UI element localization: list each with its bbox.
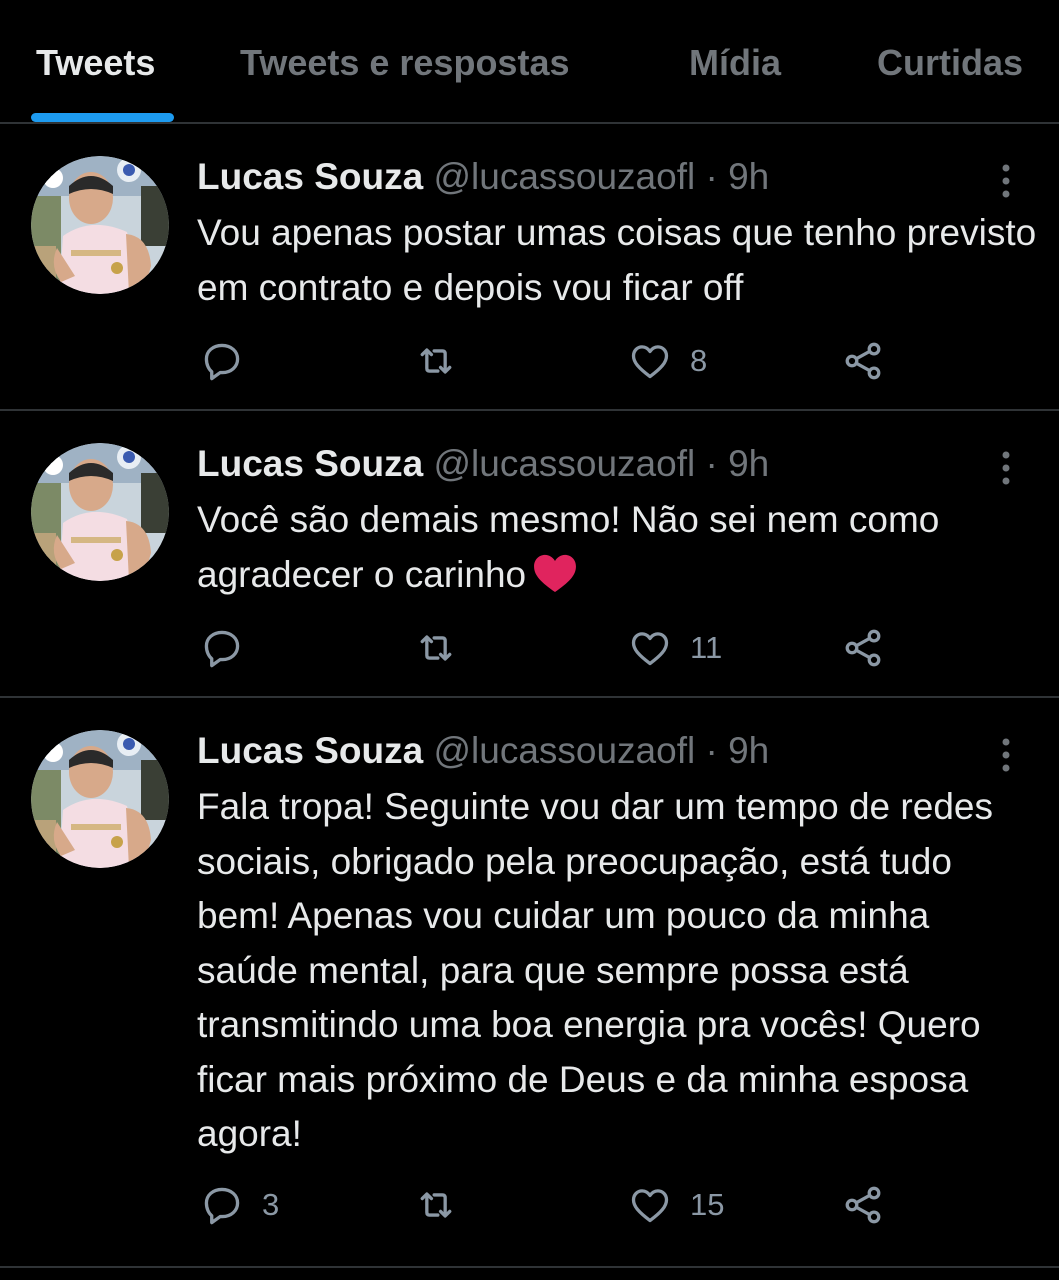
tweet-time[interactable]: 9h — [728, 730, 769, 771]
more-options-icon[interactable] — [996, 736, 1016, 776]
retweet-icon — [420, 635, 452, 661]
red-heart-emoji-icon — [532, 553, 578, 593]
separator-dot: · — [705, 156, 718, 197]
share-button[interactable] — [841, 336, 885, 386]
share-button[interactable] — [841, 1180, 885, 1230]
author-handle[interactable]: @lucassouzaofl — [433, 730, 695, 771]
retweet-button[interactable] — [413, 623, 459, 673]
heart-outline-icon — [631, 1189, 669, 1223]
like-button[interactable]: 15 — [628, 1180, 724, 1230]
retweet-button[interactable] — [413, 336, 459, 386]
like-count: 8 — [690, 343, 708, 378]
share-icon — [845, 629, 881, 667]
more-options-icon[interactable] — [996, 449, 1016, 489]
reply-icon — [204, 1187, 240, 1225]
tweet-header: Lucas Souza @lucassouzaofl · 9h — [197, 154, 769, 200]
like-count: 15 — [690, 1187, 725, 1222]
tweet-header: Lucas Souza @lucassouzaofl · 9h — [197, 728, 769, 774]
tweet-actions: 11 — [0, 623, 1059, 673]
reply-count: 3 — [262, 1187, 280, 1222]
author-name[interactable]: Lucas Souza — [197, 730, 423, 771]
author-name[interactable]: Lucas Souza — [197, 156, 423, 197]
tweet-actions: 3 15 — [0, 1180, 1059, 1230]
share-button[interactable] — [841, 623, 885, 673]
active-tab-indicator — [31, 113, 174, 122]
more-options-icon[interactable] — [996, 162, 1016, 202]
heart-outline-icon — [631, 632, 669, 666]
reply-icon — [204, 343, 240, 381]
reply-icon — [204, 630, 240, 668]
tweet-time[interactable]: 9h — [728, 443, 769, 484]
avatar[interactable] — [31, 443, 169, 581]
reply-button[interactable]: 3 — [200, 1180, 279, 1230]
separator-dot: · — [705, 730, 718, 771]
reply-button[interactable] — [200, 336, 262, 386]
avatar[interactable] — [31, 156, 169, 294]
tweet-actions: 8 — [0, 336, 1059, 386]
author-handle[interactable]: @lucassouzaofl — [433, 443, 695, 484]
reply-button[interactable] — [200, 623, 262, 673]
share-icon — [845, 1186, 881, 1224]
author-name[interactable]: Lucas Souza — [197, 443, 423, 484]
like-count: 11 — [690, 630, 723, 665]
tweet-text: Fala tropa! Seguinte vou dar um tempo de… — [197, 786, 993, 1154]
tab-tweets[interactable]: Tweets — [36, 40, 155, 86]
heart-outline-icon — [631, 345, 669, 379]
tweet-3[interactable]: Lucas Souza @lucassouzaofl · 9h Fala tro… — [0, 698, 1059, 1268]
profile-tabs: Tweets Tweets e respostas Mídia Curtidas — [0, 0, 1059, 124]
retweet-icon — [420, 348, 452, 374]
tweet-1[interactable]: Lucas Souza @lucassouzaofl · 9h Vou apen… — [0, 124, 1059, 411]
tab-midia[interactable]: Mídia — [689, 40, 781, 86]
tab-tweets-e-respostas[interactable]: Tweets e respostas — [240, 40, 569, 86]
retweet-button[interactable] — [413, 1180, 459, 1230]
retweet-icon — [420, 1192, 452, 1218]
tweet-text: Vou apenas postar umas coisas que tenho … — [197, 212, 1037, 308]
author-handle[interactable]: @lucassouzaofl — [433, 156, 695, 197]
separator-dot: · — [705, 443, 718, 484]
like-button[interactable]: 8 — [628, 336, 707, 386]
tweet-header: Lucas Souza @lucassouzaofl · 9h — [197, 441, 769, 487]
tab-curtidas[interactable]: Curtidas — [877, 40, 1023, 86]
tweet-text-wrapper: Você são demais mesmo! Não sei nem como … — [197, 493, 1037, 602]
share-icon — [845, 342, 881, 380]
tweet-time[interactable]: 9h — [728, 156, 769, 197]
tweet-2[interactable]: Lucas Souza @lucassouzaofl · 9h Você são… — [0, 411, 1059, 698]
like-button[interactable]: 11 — [628, 623, 722, 673]
avatar[interactable] — [31, 730, 169, 868]
